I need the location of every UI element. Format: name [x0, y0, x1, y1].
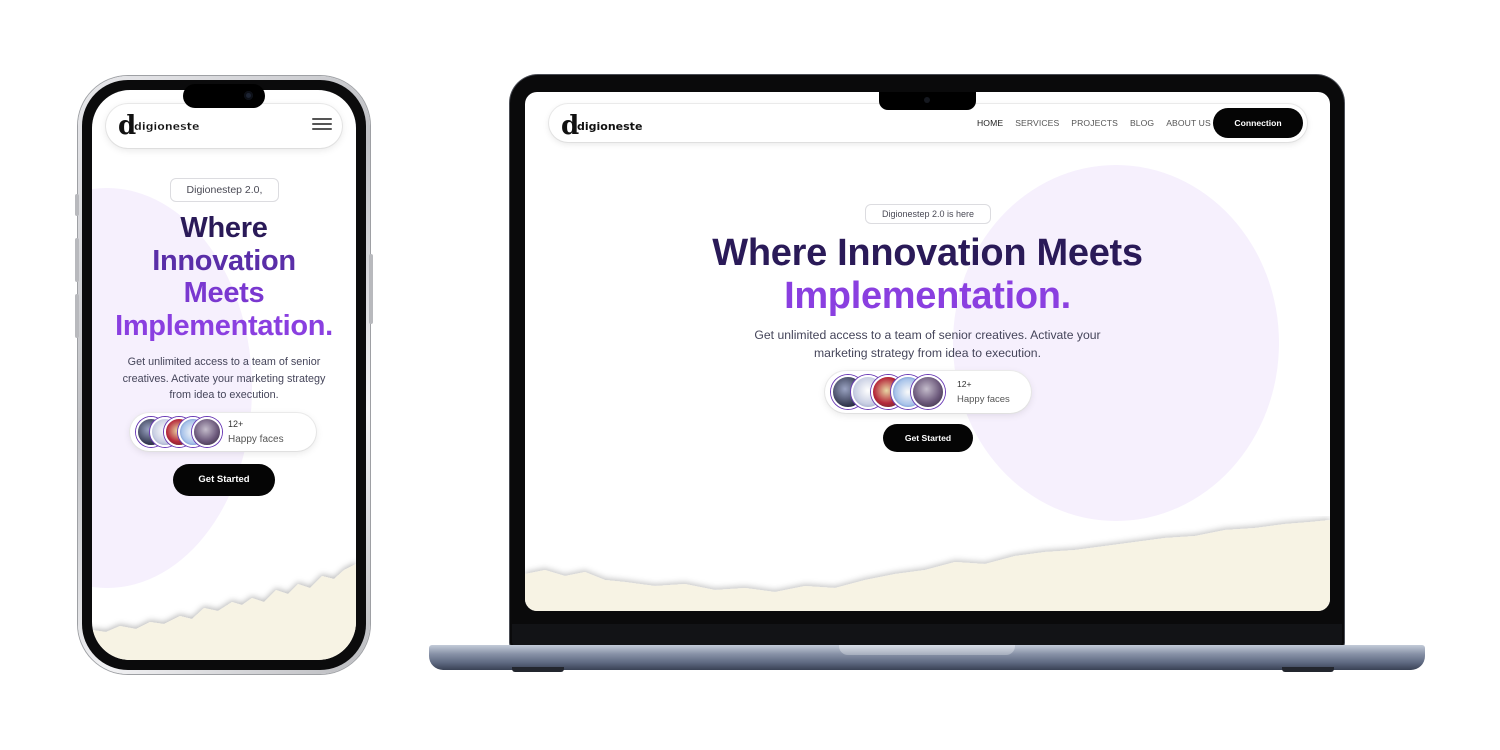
nav-item-about-us[interactable]: ABOUT US	[1166, 118, 1211, 128]
phone-volume-down-button	[75, 294, 79, 338]
get-started-button[interactable]: Get Started	[883, 424, 973, 452]
phone-action-button	[75, 194, 79, 216]
hero-title-line: Where Innovation Meets	[712, 232, 1143, 274]
happy-faces-pill: 12+ Happy faces	[130, 413, 316, 451]
nav-links: HOME SERVICES PROJECTS BLOG ABOUT US	[977, 104, 1223, 142]
nav-item-blog[interactable]: BLOG	[1130, 118, 1154, 128]
version-badge: Digionestep 2.0 is here	[865, 204, 991, 224]
laptop-foot	[1282, 667, 1334, 672]
hero-subtitle: Get unlimited access to a team of senior…	[754, 328, 1101, 360]
avatar	[192, 417, 222, 447]
phone-mockup: d digionestep Digionestep 2.0, Where Inn…	[75, 76, 373, 674]
nav-item-projects[interactable]: PROJECTS	[1071, 118, 1118, 128]
get-started-button[interactable]: Get Started	[173, 464, 275, 496]
nav-item-services[interactable]: SERVICES	[1015, 118, 1059, 128]
version-badge: Digionestep 2.0,	[170, 178, 279, 202]
faces-label: Happy faces	[957, 394, 1010, 405]
dynamic-island	[183, 84, 265, 108]
laptop-screen: d digionestep HOME SERVICES PROJECTS BLO…	[525, 92, 1330, 611]
hero-title-line: Meets	[183, 277, 265, 309]
avatar	[911, 375, 945, 409]
phone-volume-up-button	[75, 238, 79, 282]
faces-label: Happy faces	[228, 434, 284, 445]
torn-paper-decoration	[525, 520, 1330, 611]
phone-screen: d digionestep Digionestep 2.0, Where Inn…	[92, 90, 356, 660]
laptop-opening-lip	[839, 645, 1015, 655]
faces-count: 12+	[228, 419, 244, 429]
hamburger-icon[interactable]	[312, 118, 332, 132]
laptop-base	[429, 645, 1425, 670]
faces-count: 12+	[957, 379, 972, 389]
hero-subtitle: Get unlimited access to a team of senior…	[122, 356, 326, 401]
hero-title-line: Innovation	[152, 244, 296, 277]
front-camera-icon	[244, 91, 253, 100]
laptop-chin	[512, 624, 1342, 646]
mobile-navbar: d digionestep	[106, 104, 342, 148]
hero-title-line: Implementation.	[784, 275, 1071, 317]
brand-logo[interactable]: d digionestep	[561, 111, 650, 142]
hero-title: Where Innovation Meets Implementation.	[92, 212, 356, 342]
nav-item-home[interactable]: HOME	[977, 118, 1003, 128]
svg-text:digionestep: digionestep	[134, 120, 200, 133]
hero-title-line: Implementation.	[115, 309, 333, 342]
happy-faces-pill: 12+ Happy faces	[825, 371, 1031, 413]
hero-title-line: Where	[180, 212, 268, 244]
connection-button[interactable]: Connection	[1213, 108, 1303, 138]
laptop-foot	[512, 667, 564, 672]
hero-title: Where Innovation Meets Implementation.	[525, 232, 1330, 318]
phone-power-button	[369, 254, 373, 324]
laptop-notch	[879, 92, 976, 110]
torn-paper-decoration	[92, 564, 356, 660]
svg-text:digionestep: digionestep	[577, 120, 643, 133]
brand-logo[interactable]: d digionestep	[118, 111, 208, 142]
